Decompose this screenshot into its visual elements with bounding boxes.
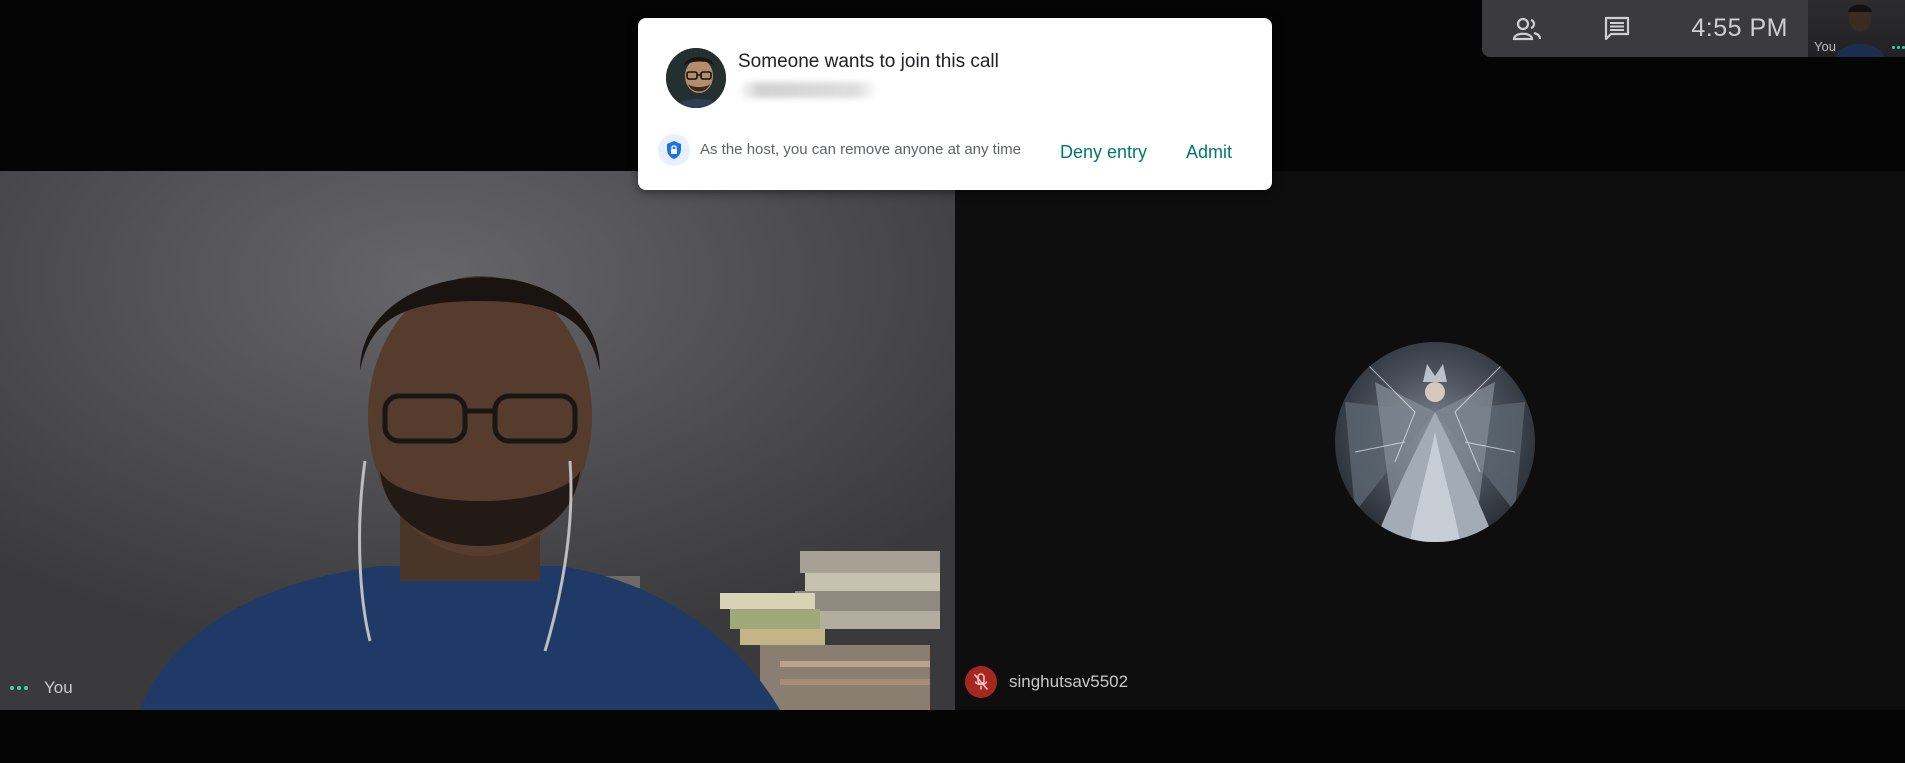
admit-button[interactable]: Admit [1180,136,1238,168]
mic-off-icon [965,666,997,698]
self-video-feed [0,171,955,710]
host-note: As the host, you can remove anyone at an… [700,141,1022,158]
audio-activity-icon [10,686,28,690]
self-tile-label: You [10,678,73,698]
remote-video-tile[interactable]: singhutsav5502 [955,171,1905,710]
show-everyone-button[interactable] [1482,0,1572,57]
self-video-tile[interactable]: You [0,171,955,710]
remote-name: singhutsav5502 [1009,672,1129,691]
dialog-title: Someone wants to join this call [738,51,999,72]
avatar-artwork [1345,361,1525,542]
join-request-dialog: Someone wants to join this call As the h… [638,18,1272,190]
self-thumbnail-label: You [1814,39,1836,54]
thumbnail-audio-icon [1892,46,1905,49]
chat-icon [1604,16,1630,40]
remote-tile-label: singhutsav5502 [965,666,1128,698]
requester-avatar [666,48,726,108]
host-shield-icon [658,134,690,166]
requester-name-blurred [738,82,878,98]
meet-call-screen: You singhutsav5502 4:55 PM You Someone w… [0,0,1905,763]
top-right-bar: 4:55 PM [1482,0,1808,57]
people-icon [1512,17,1542,40]
deny-entry-button[interactable]: Deny entry [1054,136,1153,168]
chat-button[interactable] [1572,0,1662,57]
remote-participant-avatar [1335,342,1535,542]
self-name: You [44,678,73,697]
self-thumbnail[interactable]: You [1808,0,1905,57]
clock-time: 4:55 PM [1691,14,1788,42]
